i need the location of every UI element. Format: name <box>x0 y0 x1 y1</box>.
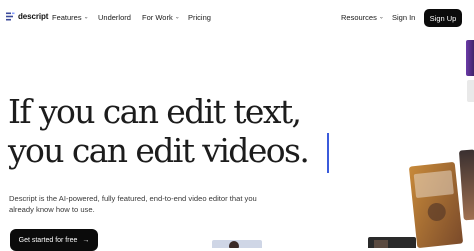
headline-line-1: If you can edit text, <box>8 92 302 131</box>
sign-in-label: Sign In <box>392 13 416 22</box>
thumbnail-bottom-center <box>212 240 262 248</box>
get-started-label: Get started for free <box>18 236 78 244</box>
hero-subheading: Descript is the AI-powered, fully featur… <box>9 194 257 214</box>
thumbnail-bottom-right <box>368 237 416 248</box>
nav-for-work-label: For Work <box>142 13 173 22</box>
chevron-down-icon: ⌄ <box>83 14 89 21</box>
headline-line-2: you can edit videos. <box>8 131 310 170</box>
nav-underlord-label: Underlord <box>98 13 131 22</box>
arrow-right-icon: → <box>82 236 90 244</box>
nav-resources[interactable]: Resources ⌄ <box>341 13 384 22</box>
nav-features-label: Features <box>52 13 82 22</box>
chevron-down-icon: ⌄ <box>378 14 384 21</box>
chevron-down-icon: ⌄ <box>174 14 180 21</box>
nav-resources-label: Resources <box>341 13 377 22</box>
sign-up-label: Sign Up <box>429 13 457 23</box>
hero-headline: If you can edit text, you can edit video… <box>8 92 310 170</box>
descript-logo-icon <box>6 12 15 21</box>
sign-up-button[interactable]: Sign Up <box>424 9 462 27</box>
nav-for-work[interactable]: For Work ⌄ <box>142 13 180 22</box>
nav-pricing[interactable]: Pricing <box>188 13 211 22</box>
sign-in-link[interactable]: Sign In <box>392 13 415 22</box>
nav-pricing-label: Pricing <box>188 13 211 22</box>
text-cursor <box>327 133 329 173</box>
thumbnail-top-right <box>466 40 474 102</box>
top-navigation: descript Features ⌄ Underlord For Work ⌄… <box>0 0 474 36</box>
brand-logo[interactable]: descript <box>6 12 48 21</box>
nav-features[interactable]: Features ⌄ <box>52 13 89 22</box>
thumbnail-right-large <box>409 162 463 248</box>
brand-name: descript <box>18 12 49 21</box>
thumbnail-right-edge <box>459 149 474 221</box>
nav-underlord[interactable]: Underlord <box>98 13 131 22</box>
